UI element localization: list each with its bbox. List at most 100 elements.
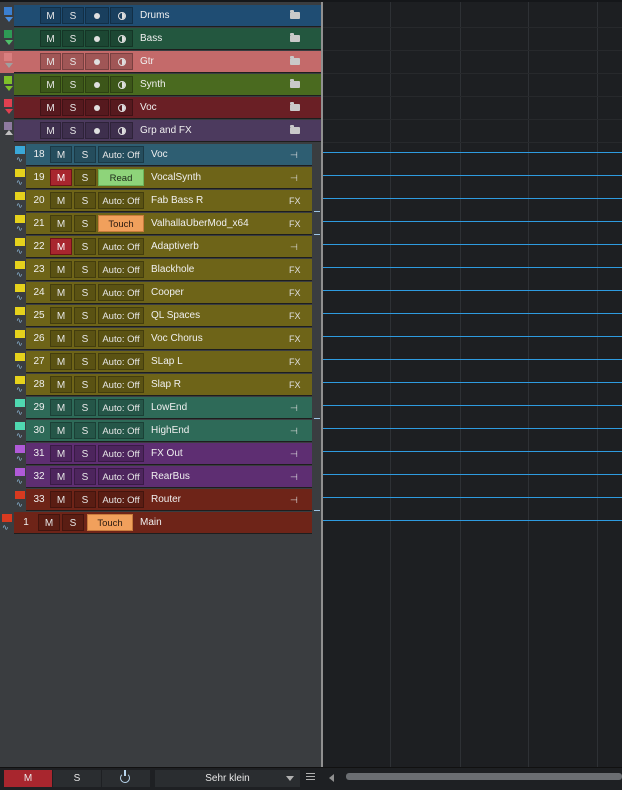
- solo-button[interactable]: S: [74, 169, 96, 186]
- solo-button[interactable]: S: [74, 330, 96, 347]
- mute-button[interactable]: M: [38, 514, 60, 531]
- folder-icon[interactable]: [290, 10, 300, 19]
- solo-button[interactable]: S: [74, 468, 96, 485]
- collapse-arrow-icon[interactable]: [5, 17, 13, 22]
- folder-track-gtr[interactable]: M S Gtr: [0, 51, 321, 73]
- track-size-select[interactable]: Sehr klein: [155, 770, 300, 787]
- main-track-row[interactable]: ∿ 1 M S Touch Main: [0, 512, 321, 534]
- track-name[interactable]: Router: [151, 489, 181, 511]
- mute-button[interactable]: M: [40, 76, 61, 93]
- track-row[interactable]: ∿ 19 M S Read VocalSynth ⊣: [14, 167, 312, 189]
- automation-mode-button[interactable]: Auto: Off: [98, 238, 144, 255]
- mute-button[interactable]: M: [50, 376, 72, 393]
- mute-button[interactable]: M: [50, 422, 72, 439]
- solo-button[interactable]: S: [62, 99, 84, 116]
- track-name[interactable]: SLap L: [151, 351, 183, 373]
- mute-button[interactable]: M: [50, 399, 72, 416]
- mute-button[interactable]: M: [40, 122, 61, 139]
- collapse-arrow-icon[interactable]: [5, 40, 13, 45]
- solo-button[interactable]: S: [62, 53, 84, 70]
- collapse-arrow-icon[interactable]: [5, 109, 13, 114]
- track-row[interactable]: ∿ 22 M S Auto: Off Adaptiverb ⊣: [14, 236, 312, 258]
- mute-button[interactable]: M: [50, 353, 72, 370]
- solo-button[interactable]: S: [62, 514, 84, 531]
- automation-mode-button[interactable]: Touch: [87, 514, 133, 531]
- bus-routing-icon[interactable]: ⊣: [290, 167, 298, 189]
- track-name[interactable]: Voc: [140, 97, 157, 119]
- track-name[interactable]: Main: [140, 512, 162, 534]
- track-name[interactable]: FX Out: [151, 443, 183, 465]
- track-scroll-strip[interactable]: [312, 143, 321, 535]
- track-name[interactable]: Drums: [140, 5, 169, 27]
- automation-mode-button[interactable]: Auto: Off: [98, 192, 144, 209]
- solo-button[interactable]: S: [74, 215, 96, 232]
- bus-routing-icon[interactable]: ⊣: [290, 144, 298, 166]
- solo-button[interactable]: S: [62, 76, 84, 93]
- track-row[interactable]: ∿ 18 M S Auto: Off Voc ⊣: [14, 144, 312, 166]
- mute-button[interactable]: M: [50, 238, 72, 255]
- track-row[interactable]: ∿ 20 M S Auto: Off Fab Bass R FX: [14, 190, 312, 212]
- mute-button[interactable]: M: [50, 445, 72, 462]
- folder-track-voc[interactable]: M S Voc: [0, 97, 321, 119]
- solo-button[interactable]: S: [74, 238, 96, 255]
- track-name[interactable]: Bass: [140, 28, 162, 50]
- fx-icon[interactable]: FX: [289, 282, 301, 304]
- monitor-button[interactable]: [110, 122, 133, 139]
- track-row[interactable]: ∿ 24 M S Auto: Off Cooper FX: [14, 282, 312, 304]
- track-name[interactable]: HighEnd: [151, 420, 189, 442]
- track-name[interactable]: Cooper: [151, 282, 184, 304]
- fx-icon[interactable]: FX: [289, 259, 301, 281]
- track-name[interactable]: Gtr: [140, 51, 154, 73]
- global-power-button[interactable]: [102, 770, 150, 787]
- menu-icon[interactable]: [306, 773, 315, 782]
- solo-button[interactable]: S: [62, 122, 84, 139]
- automation-mode-button[interactable]: Auto: Off: [98, 146, 144, 163]
- solo-button[interactable]: S: [74, 261, 96, 278]
- bus-routing-icon[interactable]: ⊣: [290, 489, 298, 511]
- fx-icon[interactable]: FX: [289, 213, 301, 235]
- mute-button[interactable]: M: [40, 53, 61, 70]
- bus-routing-icon[interactable]: ⊣: [290, 397, 298, 419]
- track-row[interactable]: ∿ 28 M S Auto: Off Slap R FX: [14, 374, 312, 396]
- track-name[interactable]: VocalSynth: [151, 167, 201, 189]
- record-button[interactable]: [85, 122, 109, 139]
- monitor-button[interactable]: [110, 99, 133, 116]
- mute-button[interactable]: M: [50, 284, 72, 301]
- track-row[interactable]: ∿ 29 M S Auto: Off LowEnd ⊣: [14, 397, 312, 419]
- mute-button[interactable]: M: [50, 307, 72, 324]
- record-button[interactable]: [85, 53, 109, 70]
- fx-icon[interactable]: FX: [289, 328, 301, 350]
- mute-button[interactable]: M: [40, 99, 61, 116]
- automation-mode-button[interactable]: Auto: Off: [98, 353, 144, 370]
- bus-routing-icon[interactable]: ⊣: [290, 466, 298, 488]
- fx-icon[interactable]: FX: [289, 305, 301, 327]
- monitor-button[interactable]: [110, 30, 133, 47]
- automation-mode-button[interactable]: Auto: Off: [98, 284, 144, 301]
- solo-button[interactable]: S: [74, 146, 96, 163]
- fx-icon[interactable]: FX: [289, 351, 301, 373]
- solo-button[interactable]: S: [74, 284, 96, 301]
- record-button[interactable]: [85, 99, 109, 116]
- scroll-left-icon[interactable]: [329, 774, 334, 782]
- mute-button[interactable]: M: [50, 468, 72, 485]
- mute-button[interactable]: M: [50, 330, 72, 347]
- global-mute-button[interactable]: M: [4, 770, 52, 787]
- automation-mode-button[interactable]: Read: [98, 169, 144, 186]
- solo-button[interactable]: S: [74, 399, 96, 416]
- bus-routing-icon[interactable]: ⊣: [290, 443, 298, 465]
- automation-mode-button[interactable]: Auto: Off: [98, 491, 144, 508]
- record-button[interactable]: [85, 30, 109, 47]
- track-row[interactable]: ∿ 27 M S Auto: Off SLap L FX: [14, 351, 312, 373]
- track-name[interactable]: QL Spaces: [151, 305, 200, 327]
- automation-mode-button[interactable]: Auto: Off: [98, 307, 144, 324]
- mute-button[interactable]: M: [50, 192, 72, 209]
- solo-button[interactable]: S: [74, 353, 96, 370]
- automation-mode-button[interactable]: Auto: Off: [98, 445, 144, 462]
- track-name[interactable]: LowEnd: [151, 397, 187, 419]
- track-name[interactable]: Grp and FX: [140, 120, 192, 142]
- folder-icon[interactable]: [290, 79, 300, 88]
- track-row[interactable]: ∿ 26 M S Auto: Off Voc Chorus FX: [14, 328, 312, 350]
- folder-track-grp-and-fx[interactable]: M S Grp and FX: [0, 120, 321, 142]
- monitor-button[interactable]: [110, 76, 133, 93]
- monitor-button[interactable]: [110, 7, 133, 24]
